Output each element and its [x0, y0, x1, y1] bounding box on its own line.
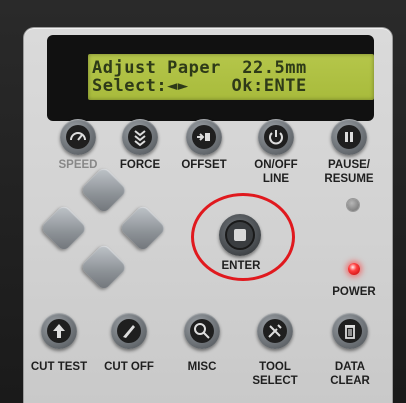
offset-label: OFFSET — [181, 159, 227, 171]
force-down-arrows-icon — [128, 125, 152, 149]
cut-test-label: CUT TEST — [30, 361, 88, 373]
pause-label-line2: RESUME — [324, 173, 374, 185]
power-icon — [264, 125, 288, 149]
enter-label: ENTER — [221, 260, 261, 272]
offset-icon — [192, 125, 216, 149]
data-clear-label-line1: DATA — [334, 361, 366, 373]
cut-test-button[interactable] — [41, 313, 77, 349]
online-button[interactable] — [258, 119, 294, 155]
tool-select-label-line2: SELECT — [252, 375, 298, 387]
up-arrow-icon — [47, 319, 71, 343]
lcd-line-2: Select:◄► Ok:ENTE — [92, 76, 307, 96]
status-led — [347, 199, 359, 211]
data-clear-label: DATA CLEAR — [310, 360, 390, 388]
tool-select-button[interactable] — [257, 313, 293, 349]
tools-icon — [263, 319, 287, 343]
cut-off-label: CUT OFF — [104, 361, 154, 373]
speedometer-icon — [66, 125, 90, 149]
stop-square-icon — [234, 229, 246, 241]
data-clear-label-line2: CLEAR — [330, 375, 370, 387]
lcd-display: Adjust Paper 22.5mm Select:◄► Ok:ENTE — [88, 54, 374, 100]
misc-button[interactable] — [184, 313, 220, 349]
pause-button[interactable] — [331, 119, 367, 155]
speed-button[interactable] — [60, 119, 96, 155]
data-clear-button[interactable] — [332, 313, 368, 349]
cut-off-button[interactable] — [111, 313, 147, 349]
photo-scene: Adjust Paper 22.5mm Select:◄► Ok:ENTE SP… — [0, 0, 406, 403]
pause-label: PAUSE/ RESUME — [309, 158, 389, 186]
blade-icon — [117, 319, 141, 343]
trash-icon — [338, 319, 362, 343]
pause-label-line1: PAUSE/ — [328, 159, 370, 171]
power-led — [348, 263, 360, 275]
online-label-line1: ON/OFF — [254, 159, 298, 171]
tool-select-label: TOOL SELECT — [235, 360, 315, 388]
enter-button[interactable] — [219, 214, 261, 256]
lcd-line-1: Adjust Paper 22.5mm — [92, 58, 307, 78]
force-button[interactable] — [122, 119, 158, 155]
offset-button[interactable] — [186, 119, 222, 155]
magnifier-icon — [190, 319, 214, 343]
online-label-line2: LINE — [262, 173, 290, 185]
power-label: POWER — [332, 286, 376, 298]
misc-label: MISC — [187, 361, 217, 373]
tool-select-label-line1: TOOL — [259, 361, 291, 373]
pause-icon — [337, 125, 361, 149]
online-label: ON/OFF LINE — [236, 158, 316, 186]
